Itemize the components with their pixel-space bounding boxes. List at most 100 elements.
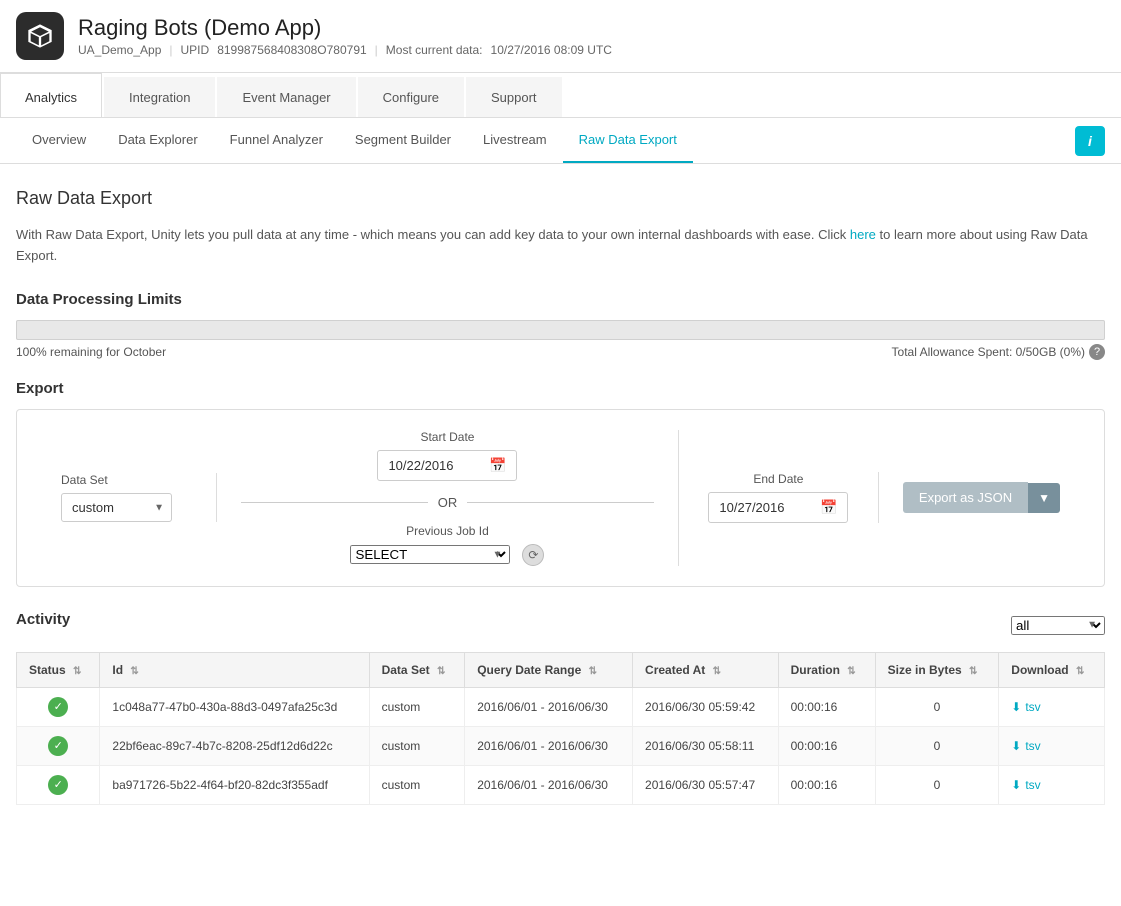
reset-button[interactable]: ⟳	[522, 544, 544, 566]
cell-id-1: 22bf6eac-89c7-4b7c-8208-25df12d6d22c	[100, 726, 369, 765]
sort-status-icon: ⇅	[73, 666, 81, 677]
or-text: OR	[438, 495, 458, 510]
cell-duration-2: 00:00:16	[778, 765, 875, 804]
status-check-icon-0: ✓	[48, 697, 68, 717]
cell-created-1: 2016/06/30 05:58:11	[633, 726, 779, 765]
prev-job-select-wrap: SELECT	[350, 545, 510, 564]
table-row: ✓ 22bf6eac-89c7-4b7c-8208-25df12d6d22c c…	[17, 726, 1105, 765]
col-query-date-range[interactable]: Query Date Range ⇅	[465, 652, 633, 687]
description-text-1: With Raw Data Export, Unity lets you pul…	[16, 227, 850, 242]
ua-name: UA_Demo_App	[78, 43, 161, 57]
sort-duration-icon: ⇅	[847, 666, 855, 677]
cell-dataset-2: custom	[369, 765, 465, 804]
cell-download-0: ⬇ tsv	[999, 687, 1105, 726]
end-date-calendar-icon[interactable]: 📅	[820, 499, 837, 516]
export-section-title: Export	[16, 380, 1105, 397]
tab-analytics[interactable]: Analytics	[0, 73, 102, 117]
status-check-icon-1: ✓	[48, 736, 68, 756]
start-date-label: Start Date	[241, 430, 654, 444]
col-created-at[interactable]: Created At ⇅	[633, 652, 779, 687]
progress-labels: 100% remaining for October Total Allowan…	[16, 344, 1105, 360]
sort-dataset-icon: ⇅	[437, 666, 445, 677]
sort-date-range-icon: ⇅	[589, 666, 597, 677]
tab-configure[interactable]: Configure	[358, 77, 464, 117]
subnav-raw-data-export[interactable]: Raw Data Export	[563, 118, 693, 163]
app-name: Raging Bots (Demo App)	[78, 15, 612, 41]
prev-job-label: Previous Job Id	[241, 524, 654, 538]
col-duration[interactable]: Duration ⇅	[778, 652, 875, 687]
cell-dataset-0: custom	[369, 687, 465, 726]
progress-allowance-label: Total Allowance Spent: 0/50GB (0%) ?	[892, 344, 1105, 360]
table-header-row: Status ⇅ Id ⇅ Data Set ⇅ Query Date Rang…	[17, 652, 1105, 687]
subnav-funnel-analyzer[interactable]: Funnel Analyzer	[214, 118, 339, 163]
cell-size-0: 0	[875, 687, 999, 726]
col-dataset[interactable]: Data Set ⇅	[369, 652, 465, 687]
subnav-segment-builder[interactable]: Segment Builder	[339, 118, 467, 163]
description-link[interactable]: here	[850, 227, 876, 242]
export-btn-wrap: Export as JSON ▼	[903, 482, 1060, 513]
subnav-overview[interactable]: Overview	[16, 118, 102, 163]
download-link-2[interactable]: ⬇ tsv	[1011, 778, 1092, 792]
cell-size-2: 0	[875, 765, 999, 804]
export-json-button[interactable]: Export as JSON	[903, 482, 1028, 513]
activity-section: Activity all custom appRunning Status ⇅ …	[16, 611, 1105, 805]
download-icon-0: ⬇	[1011, 700, 1021, 714]
cell-created-2: 2016/06/30 05:57:47	[633, 765, 779, 804]
sort-created-icon: ⇅	[713, 666, 721, 677]
download-icon-1: ⬇	[1011, 739, 1021, 753]
tab-event-manager[interactable]: Event Manager	[217, 77, 355, 117]
col-id[interactable]: Id ⇅	[100, 652, 369, 687]
cell-created-0: 2016/06/30 05:59:42	[633, 687, 779, 726]
info-button[interactable]: i	[1075, 126, 1105, 156]
dataset-label: Data Set	[61, 473, 192, 487]
dataset-select-wrap: custom appRunning deviceInfo transaction	[61, 493, 172, 522]
prev-job-select[interactable]: SELECT	[350, 545, 510, 564]
dates-col: Start Date 📅 OR Previous Job Id	[217, 430, 679, 566]
or-divider: OR	[241, 495, 654, 510]
page-title: Raw Data Export	[16, 188, 1105, 209]
subnav-livestream[interactable]: Livestream	[467, 118, 563, 163]
cell-download-1: ⬇ tsv	[999, 726, 1105, 765]
activity-filter-select[interactable]: all custom appRunning	[1011, 616, 1105, 635]
download-icon-2: ⬇	[1011, 778, 1021, 792]
col-status[interactable]: Status ⇅	[17, 652, 100, 687]
cell-status-1: ✓	[17, 726, 100, 765]
download-link-1[interactable]: ⬇ tsv	[1011, 739, 1092, 753]
upid-value: 819987568408308O780791	[217, 43, 366, 57]
data-date-value: 10/27/2016 08:09 UTC	[491, 43, 612, 57]
cell-download-2: ⬇ tsv	[999, 765, 1105, 804]
progress-container: 100% remaining for October Total Allowan…	[16, 320, 1105, 360]
upid-label: UPID	[181, 43, 210, 57]
sort-download-icon: ⇅	[1076, 666, 1084, 677]
cell-dataset-1: custom	[369, 726, 465, 765]
end-date-col: End Date 📅	[679, 472, 879, 523]
end-date-input-wrap: 📅	[708, 492, 848, 523]
tab-integration[interactable]: Integration	[104, 77, 215, 117]
col-download[interactable]: Download ⇅	[999, 652, 1105, 687]
start-date-input[interactable]	[388, 458, 488, 473]
cell-status-2: ✓	[17, 765, 100, 804]
data-date-label: Most current data:	[386, 43, 483, 57]
app-logo	[16, 12, 64, 60]
cell-date-range-2: 2016/06/01 - 2016/06/30	[465, 765, 633, 804]
cell-duration-1: 00:00:16	[778, 726, 875, 765]
download-link-0[interactable]: ⬇ tsv	[1011, 700, 1092, 714]
action-col: Export as JSON ▼	[879, 482, 1084, 513]
cell-status-0: ✓	[17, 687, 100, 726]
table-row: ✓ ba971726-5b22-4f64-bf20-82dc3f355adf c…	[17, 765, 1105, 804]
progress-remaining-label: 100% remaining for October	[16, 345, 166, 359]
cell-duration-0: 00:00:16	[778, 687, 875, 726]
start-date-input-wrap: 📅	[377, 450, 517, 481]
app-title-block: Raging Bots (Demo App) UA_Demo_App | UPI…	[78, 15, 612, 57]
start-date-calendar-icon[interactable]: 📅	[489, 457, 506, 474]
col-size-bytes[interactable]: Size in Bytes ⇅	[875, 652, 999, 687]
status-check-icon-2: ✓	[48, 775, 68, 795]
cell-date-range-1: 2016/06/01 - 2016/06/30	[465, 726, 633, 765]
dataset-select[interactable]: custom appRunning deviceInfo transaction	[61, 493, 172, 522]
export-dropdown-button[interactable]: ▼	[1028, 483, 1060, 513]
subnav-data-explorer[interactable]: Data Explorer	[102, 118, 213, 163]
tab-support[interactable]: Support	[466, 77, 562, 117]
allowance-help-icon[interactable]: ?	[1089, 344, 1105, 360]
end-date-input[interactable]	[719, 500, 819, 515]
end-date-label: End Date	[703, 472, 854, 486]
